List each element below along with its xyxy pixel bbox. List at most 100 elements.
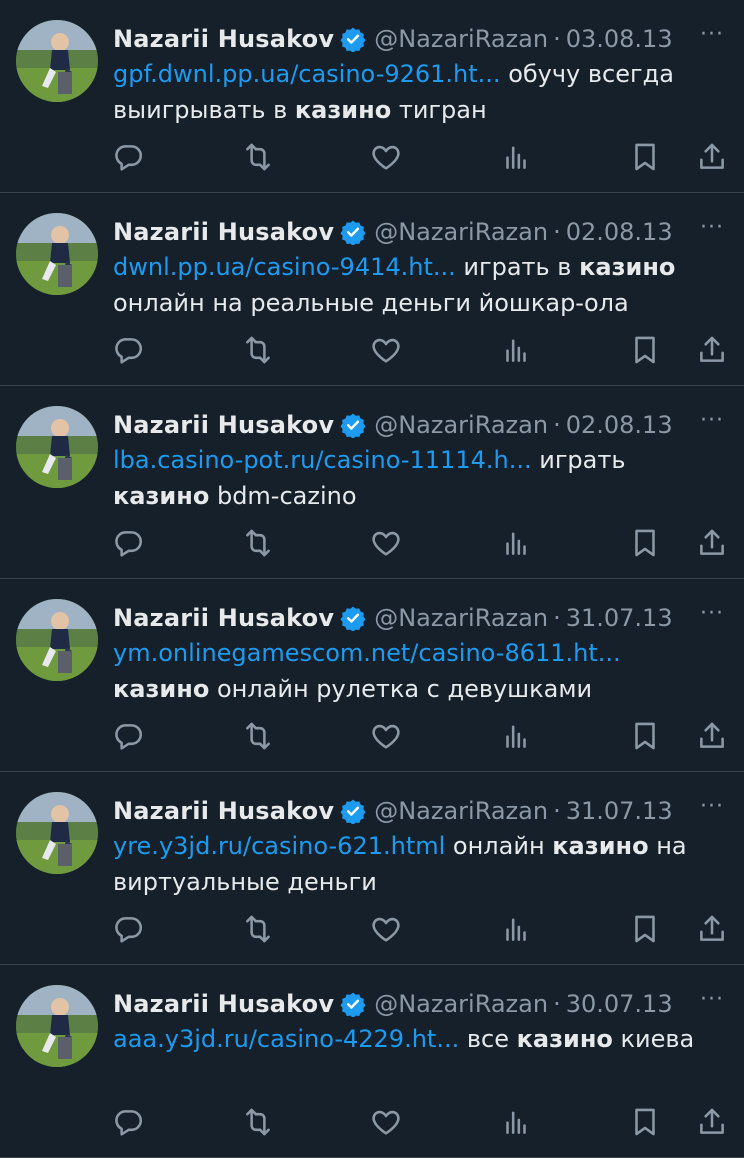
reply-icon[interactable] xyxy=(111,140,145,174)
tweet-actions xyxy=(0,912,744,948)
avatar[interactable] xyxy=(16,20,98,102)
views-icon[interactable] xyxy=(499,912,533,946)
retweet-icon[interactable] xyxy=(241,526,275,560)
tweet-date[interactable]: 31.07.13 xyxy=(566,797,673,825)
share-icon[interactable] xyxy=(695,912,729,946)
avatar[interactable] xyxy=(16,406,98,488)
more-options-icon[interactable]: ··· xyxy=(700,22,724,47)
tweet-link[interactable]: gpf.dwnl.pp.ua/casino-9261.ht... xyxy=(113,60,501,88)
tweet-header: Nazarii Husakov @NazariRazan · 30.07.13 … xyxy=(113,987,724,1021)
share-icon[interactable] xyxy=(695,333,729,367)
author-handle[interactable]: @NazariRazan xyxy=(374,411,548,439)
tweet-link[interactable]: yre.y3jd.ru/casino-621.html xyxy=(113,832,445,860)
tweet-date[interactable]: 02.08.13 xyxy=(566,218,673,246)
bookmark-icon[interactable] xyxy=(628,333,662,367)
author-handle[interactable]: @NazariRazan xyxy=(374,25,548,53)
reply-icon[interactable] xyxy=(111,912,145,946)
like-icon[interactable] xyxy=(369,912,403,946)
separator-dot: · xyxy=(553,218,561,246)
tweet-link[interactable]: aaa.y3jd.ru/casino-4229.ht... xyxy=(113,1025,459,1053)
tweet-link[interactable]: lba.casino-pot.ru/casino-11114.h... xyxy=(113,446,532,474)
retweet-icon[interactable] xyxy=(241,912,275,946)
tweet-header: Nazarii Husakov @NazariRazan · 02.08.13 … xyxy=(113,408,724,442)
author-name[interactable]: Nazarii Husakov xyxy=(113,797,334,825)
author-name[interactable]: Nazarii Husakov xyxy=(113,411,334,439)
verified-badge-icon xyxy=(340,27,366,52)
like-icon[interactable] xyxy=(369,1105,403,1139)
more-options-icon[interactable]: ··· xyxy=(700,794,724,819)
bookmark-icon[interactable] xyxy=(628,140,662,174)
tweet-keyword: казино xyxy=(294,96,392,124)
tweet-actions xyxy=(0,526,744,562)
more-options-icon[interactable]: ··· xyxy=(700,215,724,240)
retweet-icon[interactable] xyxy=(241,719,275,753)
author-name[interactable]: Nazarii Husakov xyxy=(113,25,334,53)
more-options-icon[interactable]: ··· xyxy=(700,987,724,1012)
tweet-text-part: играть в xyxy=(455,253,580,281)
bookmark-icon[interactable] xyxy=(628,1105,662,1139)
verified-badge-icon xyxy=(340,413,366,438)
retweet-icon[interactable] xyxy=(241,1105,275,1139)
tweet-actions xyxy=(0,719,744,755)
tweet[interactable]: Nazarii Husakov @NazariRazan · 30.07.13 … xyxy=(0,965,744,1158)
views-icon[interactable] xyxy=(499,719,533,753)
share-icon[interactable] xyxy=(695,1105,729,1139)
more-options-icon[interactable]: ··· xyxy=(700,408,724,433)
views-icon[interactable] xyxy=(499,1105,533,1139)
tweet-link[interactable]: dwnl.pp.ua/casino-9414.ht... xyxy=(113,253,456,281)
tweet-date[interactable]: 30.07.13 xyxy=(566,990,673,1018)
tweet-link[interactable]: ym.onlinegamescom.net/casino-8611.ht... xyxy=(113,639,621,667)
views-icon[interactable] xyxy=(499,140,533,174)
author-handle[interactable]: @NazariRazan xyxy=(374,990,548,1018)
tweet-text: yre.y3jd.ru/casino-621.html онлайн казин… xyxy=(113,828,720,900)
tweet[interactable]: Nazarii Husakov @NazariRazan · 02.08.13 … xyxy=(0,193,744,386)
tweet-date[interactable]: 31.07.13 xyxy=(566,604,673,632)
tweet-date[interactable]: 03.08.13 xyxy=(566,25,673,53)
like-icon[interactable] xyxy=(369,526,403,560)
avatar[interactable] xyxy=(16,599,98,681)
author-name[interactable]: Nazarii Husakov xyxy=(113,218,334,246)
bookmark-icon[interactable] xyxy=(628,526,662,560)
tweet-text-part: онлайн на реальные деньги йошкар-ола xyxy=(113,289,629,317)
bookmark-icon[interactable] xyxy=(628,912,662,946)
share-icon[interactable] xyxy=(695,140,729,174)
tweet-text: ym.onlinegamescom.net/casino-8611.ht... … xyxy=(113,635,720,707)
author-handle[interactable]: @NazariRazan xyxy=(374,604,548,632)
reply-icon[interactable] xyxy=(111,1105,145,1139)
share-icon[interactable] xyxy=(695,526,729,560)
tweet-text: dwnl.pp.ua/casino-9414.ht... играть в ка… xyxy=(113,249,720,321)
reply-icon[interactable] xyxy=(111,526,145,560)
like-icon[interactable] xyxy=(369,140,403,174)
tweet[interactable]: Nazarii Husakov @NazariRazan · 31.07.13 … xyxy=(0,772,744,965)
avatar[interactable] xyxy=(16,792,98,874)
tweet-header: Nazarii Husakov @NazariRazan · 31.07.13 … xyxy=(113,794,724,828)
verified-badge-icon xyxy=(340,799,366,824)
like-icon[interactable] xyxy=(369,719,403,753)
tweet-header: Nazarii Husakov @NazariRazan · 03.08.13 … xyxy=(113,22,724,56)
avatar[interactable] xyxy=(16,213,98,295)
separator-dot: · xyxy=(553,990,561,1018)
tweet-date[interactable]: 02.08.13 xyxy=(566,411,673,439)
share-icon[interactable] xyxy=(695,719,729,753)
tweet-actions xyxy=(0,1105,744,1141)
tweet-text-part: тигран xyxy=(391,96,487,124)
reply-icon[interactable] xyxy=(111,719,145,753)
tweet[interactable]: Nazarii Husakov @NazariRazan · 31.07.13 … xyxy=(0,579,744,772)
tweet[interactable]: Nazarii Husakov @NazariRazan · 03.08.13 … xyxy=(0,0,744,193)
tweet[interactable]: Nazarii Husakov @NazariRazan · 02.08.13 … xyxy=(0,386,744,579)
views-icon[interactable] xyxy=(499,333,533,367)
author-handle[interactable]: @NazariRazan xyxy=(374,218,548,246)
bookmark-icon[interactable] xyxy=(628,719,662,753)
author-name[interactable]: Nazarii Husakov xyxy=(113,604,334,632)
tweet-text-part: играть xyxy=(531,446,626,474)
retweet-icon[interactable] xyxy=(241,333,275,367)
more-options-icon[interactable]: ··· xyxy=(700,601,724,626)
author-handle[interactable]: @NazariRazan xyxy=(374,797,548,825)
avatar[interactable] xyxy=(16,985,98,1067)
verified-badge-icon xyxy=(340,220,366,245)
author-name[interactable]: Nazarii Husakov xyxy=(113,990,334,1018)
retweet-icon[interactable] xyxy=(241,140,275,174)
like-icon[interactable] xyxy=(369,333,403,367)
views-icon[interactable] xyxy=(499,526,533,560)
reply-icon[interactable] xyxy=(111,333,145,367)
